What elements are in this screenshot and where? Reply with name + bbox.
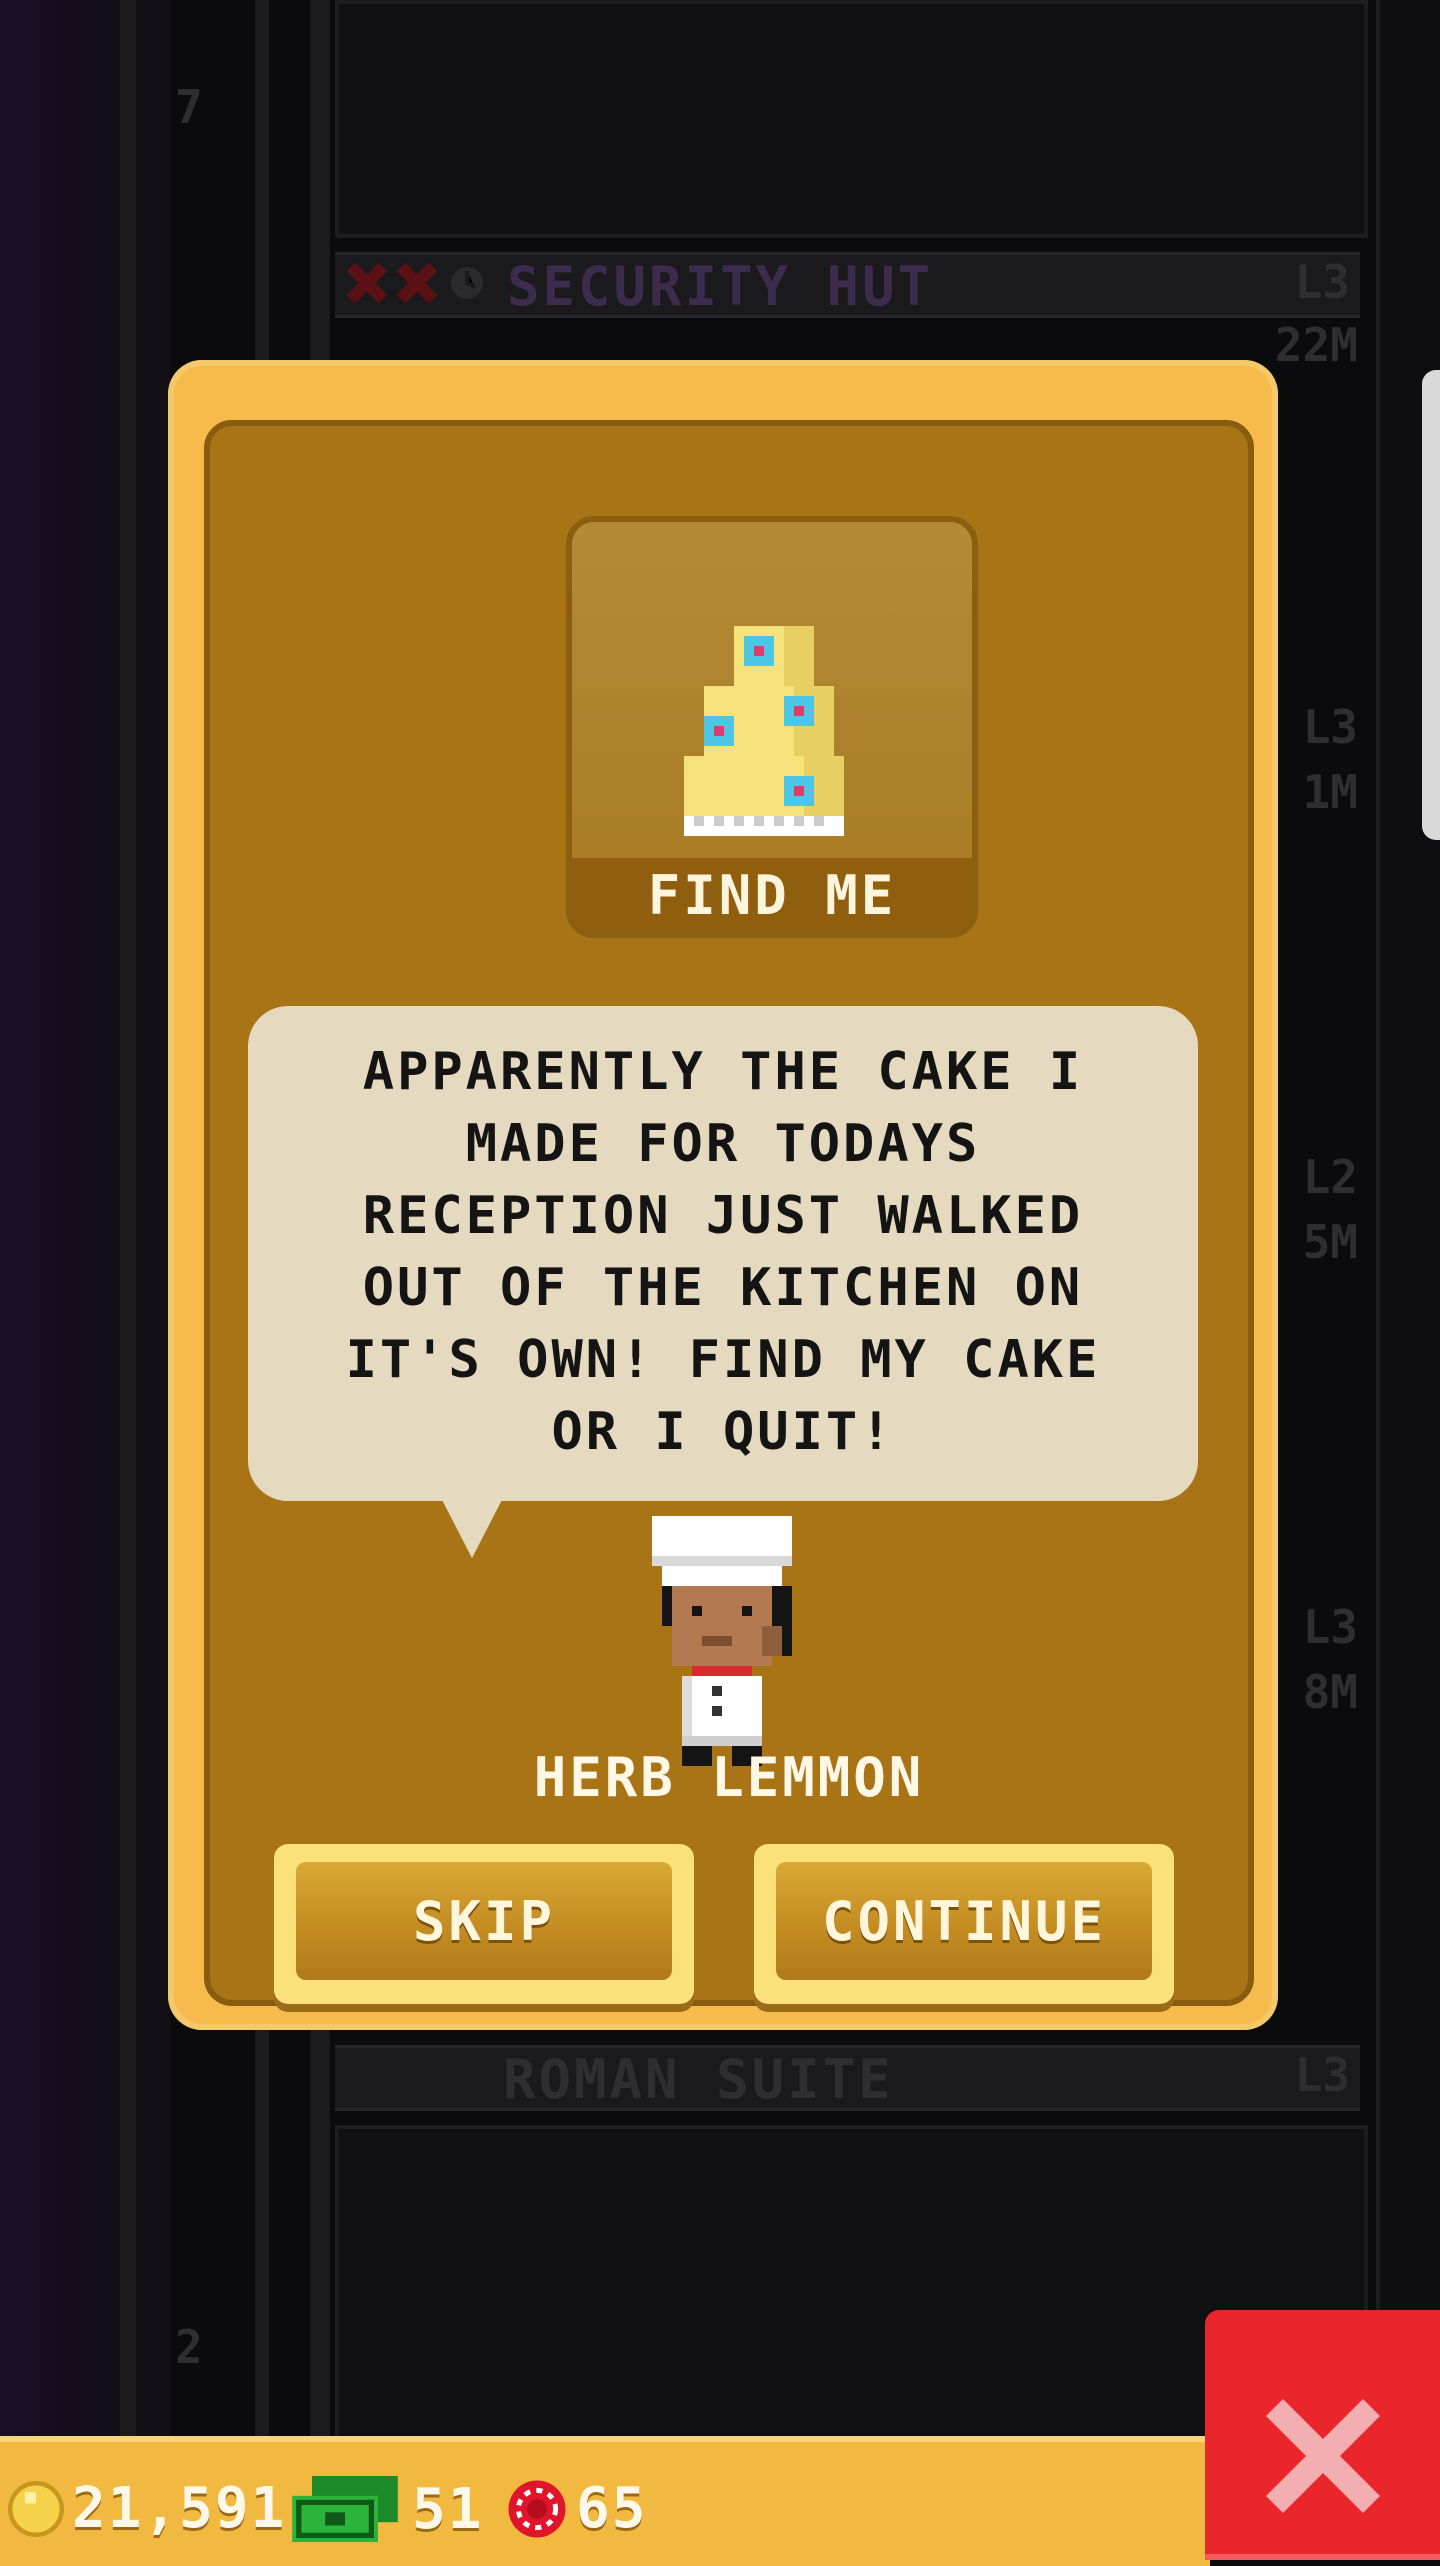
side-value: 5M	[1302, 1215, 1358, 1269]
coins-display[interactable]: 21,591	[8, 2476, 286, 2541]
continue-button[interactable]: CONTINUE	[754, 1844, 1174, 2004]
room-title-bar[interactable]: SECURITY HUT L3	[335, 252, 1360, 318]
side-level: L3	[1302, 700, 1358, 754]
reward-label: FIND ME	[647, 863, 897, 927]
cake-icon	[684, 626, 844, 836]
room-value: 22M	[1274, 318, 1358, 372]
speech-bubble: APPARENTLY THE CAKE I MADE FOR TODAYS RE…	[248, 1006, 1198, 1501]
tower-pillar	[120, 0, 136, 2440]
close-button[interactable]	[1205, 2310, 1440, 2560]
red-x-icon	[397, 263, 437, 303]
speech-bubble-tail	[440, 1496, 504, 1558]
room-name: ROMAN SUITE	[503, 2048, 894, 2111]
bux-value: 51	[412, 2476, 484, 2542]
npc-name: HERB LEMMON	[533, 1746, 925, 1809]
gems-display[interactable]: 65	[506, 2476, 647, 2541]
bux-display[interactable]: 51	[292, 2476, 483, 2542]
room-upper[interactable]	[335, 0, 1368, 238]
side-level: L3	[1302, 1600, 1358, 1654]
room-title-bar[interactable]: ROMAN SUITE L3	[335, 2045, 1360, 2111]
room-level: L3	[1294, 255, 1350, 309]
side-value: 1M	[1302, 765, 1358, 819]
clock-icon	[451, 267, 483, 299]
mission-reward-card: FIND ME	[566, 516, 978, 938]
coins-value: 21,591	[72, 2476, 287, 2541]
mission-dialog: FIND ME APPARENTLY THE CAKE I MADE FOR T…	[168, 360, 1278, 2030]
tower-right-edge	[1376, 0, 1440, 2440]
gems-value: 65	[576, 2476, 648, 2541]
sky-background	[0, 0, 170, 2440]
bux-cash-icon	[292, 2476, 398, 2542]
floor-number: 2	[175, 2320, 203, 2374]
room-level: L3	[1294, 2048, 1350, 2102]
continue-button-label: CONTINUE	[821, 1889, 1107, 1953]
reward-label-band: FIND ME	[572, 858, 972, 932]
side-scroll-tab[interactable]	[1422, 370, 1440, 840]
room-name: SECURITY HUT	[507, 255, 934, 318]
mission-panel: FIND ME APPARENTLY THE CAKE I MADE FOR T…	[204, 420, 1254, 2006]
red-x-icon	[347, 263, 387, 303]
chef-character-icon	[652, 1516, 792, 1766]
coin-icon	[8, 2480, 64, 2537]
skip-button-face[interactable]: SKIP	[296, 1862, 672, 1980]
gem-chip-icon	[508, 2479, 566, 2538]
continue-button-face[interactable]: CONTINUE	[776, 1862, 1152, 1980]
dialogue-text: APPARENTLY THE CAKE I MADE FOR TODAYS RE…	[345, 1042, 1101, 1462]
skip-button[interactable]: SKIP	[274, 1844, 694, 2004]
side-level: L2	[1302, 1150, 1358, 1204]
side-value: 8M	[1302, 1665, 1358, 1719]
floor-number: 7	[175, 80, 203, 134]
close-icon	[1266, 2399, 1380, 2513]
skip-button-label: SKIP	[412, 1889, 556, 1953]
